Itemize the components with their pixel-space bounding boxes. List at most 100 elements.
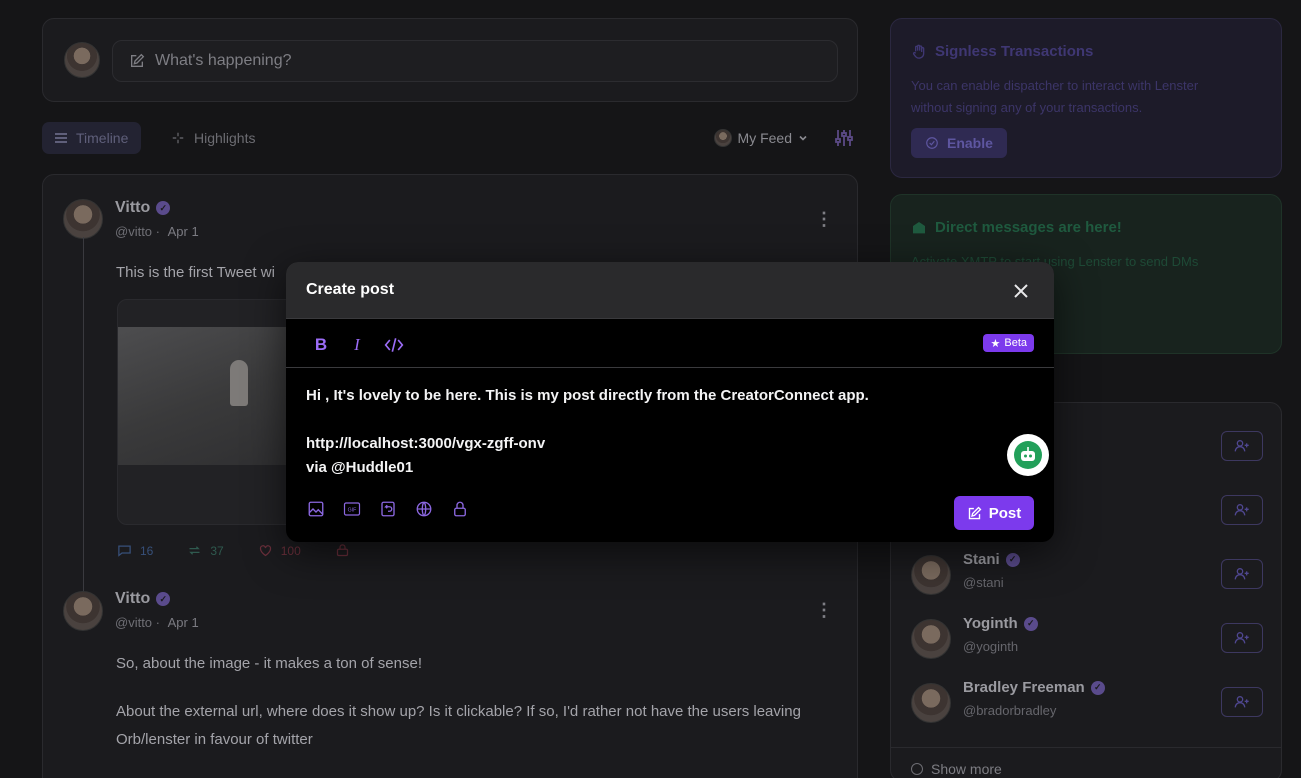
profile-avatar[interactable] — [911, 683, 951, 723]
modal-header: Create post — [286, 262, 1054, 319]
globe-icon — [416, 501, 432, 517]
feed-tabs: Timeline Highlights My Feed — [42, 122, 858, 154]
post-button[interactable]: Post — [954, 496, 1034, 530]
divider — [891, 747, 1281, 748]
user-plus-icon — [1234, 568, 1249, 580]
user-avatar[interactable] — [64, 42, 100, 78]
verified-badge-icon: ✓ — [156, 201, 171, 215]
person-figure — [230, 360, 248, 406]
enable-button[interactable]: Enable — [911, 128, 1007, 158]
create-post-modal: Create post B I ★ Beta Hi , It's lovely … — [286, 262, 1054, 542]
comment-button[interactable]: 16 — [117, 543, 153, 558]
feed-avatar — [713, 129, 732, 147]
profile-avatar[interactable] — [911, 619, 951, 659]
signless-card: Signless Transactions You can enable dis… — [890, 18, 1282, 178]
post-author-avatar[interactable] — [63, 199, 103, 239]
attachment-toolbar: GIF — [306, 499, 470, 519]
mirror-button[interactable]: 37 — [187, 543, 224, 558]
modal-title: Create post — [306, 281, 395, 298]
circle-icon — [911, 763, 923, 775]
sliders-icon — [835, 130, 853, 146]
close-button[interactable] — [1010, 280, 1032, 302]
sparkles-icon — [172, 132, 184, 144]
image-upload-button[interactable] — [306, 499, 326, 519]
access-settings-button[interactable] — [450, 499, 470, 519]
chevron-down-icon — [799, 135, 807, 141]
post-more-icon[interactable]: ⋮ — [815, 600, 833, 621]
post-handle: @vitto · Apr 1 — [115, 615, 199, 630]
svg-text:GIF: GIF — [348, 507, 357, 513]
list-item[interactable]: Yoginth ✓ @yoginth — [911, 615, 1263, 663]
list-item[interactable]: Stani ✓ @stani — [911, 551, 1263, 599]
code-button[interactable] — [382, 333, 406, 357]
post-author-name[interactable]: Vitto ✓ — [115, 199, 171, 217]
lock-icon — [454, 501, 466, 517]
verified-badge-icon: ✓ — [1090, 680, 1105, 695]
post-text: So, about the image - it makes a ton of … — [116, 655, 423, 672]
list-item[interactable]: Bradley Freeman ✓ @bradorbradley — [911, 679, 1263, 727]
mail-icon — [913, 221, 925, 233]
user-plus-icon — [1234, 440, 1249, 452]
profile-handle: @bradorbradley — [963, 703, 1057, 718]
profile-name: Yoginth ✓ — [963, 615, 1038, 632]
gif-button[interactable]: GIF — [342, 499, 362, 519]
beta-badge: ★ Beta — [983, 334, 1034, 352]
user-plus-icon — [1234, 504, 1249, 516]
dm-title: Direct messages are here! — [911, 219, 1122, 236]
follow-button[interactable] — [1221, 559, 1263, 589]
follow-button[interactable] — [1221, 687, 1263, 717]
tab-highlights[interactable]: Highlights — [158, 122, 268, 154]
whats-happening-input[interactable]: What's happening? — [112, 40, 838, 82]
composer-card: What's happening? — [42, 18, 858, 102]
editor-toolbar: B I ★ Beta — [286, 319, 1054, 368]
editor-line — [306, 408, 996, 432]
assistant-bot-button[interactable] — [1007, 434, 1049, 476]
pencil-square-icon — [131, 53, 145, 67]
collect-icon — [336, 544, 348, 557]
image-icon — [308, 501, 324, 517]
editor-line: Hi , It's lovely to be here. This is my … — [306, 387, 869, 404]
signless-title: Signless Transactions — [911, 43, 1093, 60]
editor-line: via @Huddle01 — [306, 459, 414, 476]
tab-timeline[interactable]: Timeline — [42, 122, 142, 154]
like-button[interactable]: 100 — [258, 543, 301, 558]
user-plus-icon — [1234, 696, 1249, 708]
post-more-icon[interactable]: ⋮ — [815, 209, 833, 230]
close-icon — [1014, 284, 1028, 298]
verified-badge-icon: ✓ — [156, 592, 171, 606]
post-author-name[interactable]: Vitto ✓ — [115, 590, 171, 608]
italic-button[interactable]: I — [345, 333, 369, 357]
collect-settings-button[interactable] — [378, 499, 398, 519]
code-icon — [384, 338, 404, 352]
profile-handle: @yoginth — [963, 639, 1019, 654]
feed-filter-button[interactable] — [834, 128, 854, 148]
pencil-square-icon — [968, 506, 982, 519]
show-more-link[interactable]: Show more — [911, 761, 1002, 777]
post-text: About the external url, where does it sh… — [116, 703, 801, 748]
follow-button[interactable] — [1221, 431, 1263, 461]
post-editor[interactable]: Hi , It's lovely to be here. This is my … — [306, 384, 996, 480]
reference-module-button[interactable] — [414, 499, 434, 519]
editor-line: http://localhost:3000/vgx-zgff-onv — [306, 435, 546, 452]
hand-icon — [912, 44, 925, 59]
comment-icon — [118, 545, 131, 557]
verified-badge-icon: ✓ — [1005, 552, 1020, 567]
mirror-icon — [189, 546, 201, 555]
star-icon: ★ — [990, 337, 1001, 350]
user-plus-icon — [1234, 632, 1249, 644]
thread-line — [83, 237, 84, 597]
profile-avatar[interactable] — [911, 555, 951, 595]
composer-placeholder: What's happening? — [155, 52, 292, 69]
feed-selector-label: My Feed — [737, 130, 792, 146]
profile-name: Bradley Freeman ✓ — [963, 679, 1105, 696]
feed-selector[interactable]: My Feed — [713, 122, 808, 154]
gif-icon: GIF — [343, 502, 361, 516]
signless-description: You can enable dispatcher to interact wi… — [911, 78, 1199, 115]
bold-button[interactable]: B — [309, 333, 333, 357]
follow-button[interactable] — [1221, 495, 1263, 525]
follow-button[interactable] — [1221, 623, 1263, 653]
post-author-avatar[interactable] — [63, 591, 103, 631]
robot-icon — [1014, 441, 1042, 469]
collect-button[interactable] — [335, 543, 350, 558]
check-circle-icon — [926, 137, 938, 149]
